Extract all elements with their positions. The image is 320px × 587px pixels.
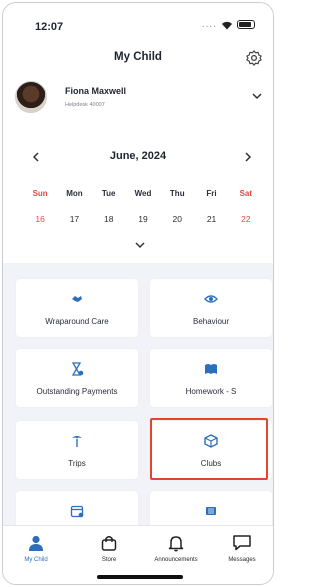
tab-label: Messages xyxy=(228,557,256,563)
date-cell[interactable]: 21 xyxy=(194,214,228,224)
tab-label: Announcements xyxy=(154,557,198,563)
weekday-label: Sat xyxy=(239,189,253,198)
book-icon xyxy=(205,364,217,374)
chat-icon xyxy=(233,535,251,551)
month-label: June, 2024 xyxy=(109,150,167,162)
chevron-right-icon[interactable] xyxy=(241,150,255,164)
tab-announcements[interactable]: Announcements xyxy=(149,532,203,563)
eye-icon xyxy=(204,295,218,303)
weekday-label: Tue xyxy=(101,189,116,198)
app-header: My Child xyxy=(3,43,273,76)
avatar xyxy=(15,81,47,113)
page-title: My Child xyxy=(114,51,162,63)
tile-label: Clubs xyxy=(200,459,222,468)
tile-label: Behaviour xyxy=(192,317,230,326)
child-name: Fiona Maxwell xyxy=(65,86,127,96)
battery-icon xyxy=(237,20,255,29)
date-cell[interactable]: 20 xyxy=(160,214,194,224)
bottom-tab-bar: My Child Store Announcements Messages xyxy=(3,525,273,584)
tile-clubs[interactable]: Clubs xyxy=(150,421,272,479)
tab-label: Store xyxy=(101,557,117,563)
date-row: 16 17 18 19 20 21 22 xyxy=(23,214,263,224)
child-subtitle: Helpdesk 40007 xyxy=(65,102,105,108)
status-icons: .... xyxy=(202,19,255,30)
tile-label: Wraparound Care xyxy=(45,317,109,326)
chevron-down-icon[interactable] xyxy=(134,239,146,251)
bell-icon xyxy=(168,536,184,552)
box-icon xyxy=(204,434,218,448)
tab-label: My Child xyxy=(24,557,48,563)
tile-label: Trips xyxy=(68,459,86,468)
tile-trips[interactable]: Trips xyxy=(16,421,138,479)
tab-store[interactable]: Store xyxy=(82,532,136,563)
weekday-label: Mon xyxy=(66,189,83,198)
phone-screen: 12:07 .... My Child Fiona Maxwell Helpde… xyxy=(2,2,274,585)
weekday-label: Sun xyxy=(32,189,48,198)
date-cell[interactable]: 16 xyxy=(23,214,57,224)
weekday-label: Fri xyxy=(206,189,217,198)
signal-dots-icon: .... xyxy=(201,19,217,30)
weekday-label: Wed xyxy=(134,189,152,198)
home-indicator xyxy=(97,575,183,579)
tile-label: Homework - S xyxy=(185,387,237,396)
tile-homework[interactable]: Homework - S xyxy=(150,349,272,407)
wifi-icon xyxy=(222,21,232,29)
weekday-row: Sun Mon Tue Wed Thu Fri Sat xyxy=(23,189,263,198)
palm-tree-icon xyxy=(72,436,82,447)
tab-my-child[interactable]: My Child xyxy=(9,532,63,563)
weekday-label: Thu xyxy=(169,189,185,198)
hourglass-icon xyxy=(71,362,84,376)
date-cell[interactable]: 17 xyxy=(57,214,91,224)
tile-outstanding-payments[interactable]: Outstanding Payments xyxy=(16,349,138,407)
week-calendar: June, 2024 Sun Mon Tue Wed Thu Fri Sat 1… xyxy=(3,120,273,263)
handshake-icon xyxy=(72,296,82,302)
date-cell[interactable]: 22 xyxy=(229,214,263,224)
tab-messages[interactable]: Messages xyxy=(215,532,269,563)
date-cell[interactable]: 18 xyxy=(92,214,126,224)
calendar-icon xyxy=(70,505,84,518)
tile-behaviour[interactable]: Behaviour xyxy=(150,279,272,337)
shopping-bag-icon xyxy=(101,536,117,551)
chevron-down-icon[interactable] xyxy=(251,90,263,102)
gear-icon[interactable] xyxy=(245,49,263,67)
tile-wraparound-care[interactable]: Wraparound Care xyxy=(16,279,138,337)
status-time: 12:07 xyxy=(35,21,64,33)
date-cell[interactable]: 19 xyxy=(126,214,160,224)
tile-label: Outstanding Payments xyxy=(36,387,118,396)
menu-icon xyxy=(206,507,216,515)
status-bar: 12:07 .... xyxy=(3,3,273,43)
person-icon xyxy=(29,535,43,551)
child-selector[interactable]: Fiona Maxwell Helpdesk 40007 xyxy=(3,75,273,121)
